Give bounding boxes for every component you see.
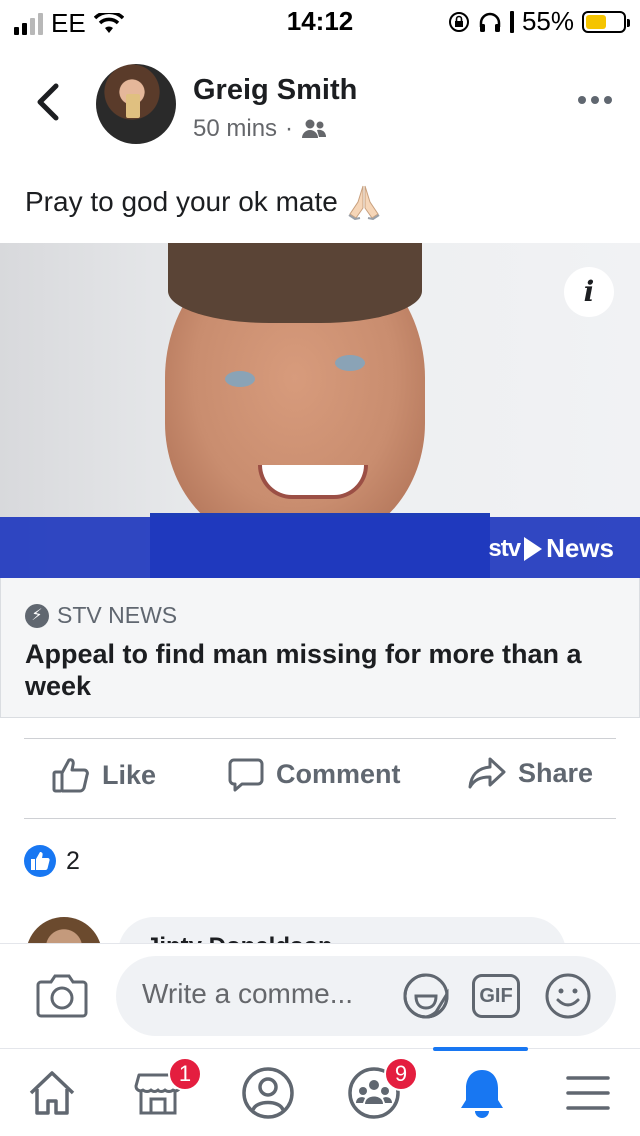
active-tab-indicator (433, 1047, 528, 1051)
like-button[interactable]: Like (52, 756, 156, 794)
back-button[interactable] (30, 82, 66, 122)
post-header: Greig Smith 50 mins · (0, 60, 640, 150)
post-text-container: Pray to god your ok mate (25, 184, 382, 220)
sticker-icon[interactable] (402, 972, 450, 1020)
groups-badge: 9 (384, 1057, 418, 1091)
status-bar: EE 14:12 55% (0, 0, 640, 42)
link-source: ⚡ STV NEWS (25, 602, 177, 629)
link-preview-image[interactable]: stv News i (0, 243, 640, 578)
like-reaction-icon (24, 845, 56, 877)
hamburger-menu-icon (566, 1076, 610, 1110)
tab-marketplace[interactable]: 1 (126, 1057, 202, 1123)
profile-icon (242, 1067, 294, 1119)
stv-news-logo: stv News (488, 533, 614, 563)
battery-icon (582, 10, 630, 33)
comment-preview[interactable]: Jinty Donaldson (0, 913, 640, 943)
commenter-name[interactable]: Jinty Donaldson (146, 933, 333, 943)
commenter-avatar[interactable] (26, 917, 102, 943)
marketplace-badge: 1 (168, 1057, 202, 1091)
camera-icon[interactable] (36, 972, 88, 1018)
tab-groups[interactable]: 9 (342, 1057, 418, 1123)
tab-notifications[interactable] (450, 1063, 514, 1123)
post-time[interactable]: 50 mins (193, 115, 277, 143)
tab-home[interactable] (20, 1063, 84, 1123)
tab-menu[interactable] (556, 1063, 620, 1123)
lightning-icon: ⚡ (25, 603, 49, 628)
comment-bubble-icon (228, 758, 264, 792)
comment-button[interactable]: Comment (228, 756, 401, 792)
source-name: STV NEWS (57, 602, 178, 628)
comment-box[interactable]: GIF (116, 956, 616, 1036)
post-meta: 50 mins · (193, 115, 327, 143)
home-icon (29, 1071, 75, 1115)
tab-bar: 1 9 (0, 1047, 640, 1136)
post-actions: Like Comment Share (0, 748, 640, 812)
gif-button[interactable]: GIF (472, 974, 520, 1018)
divider (24, 738, 616, 739)
share-button[interactable]: Share (468, 756, 593, 790)
bell-icon (461, 1070, 503, 1118)
battery-percent: 55% (521, 6, 574, 36)
comment-composer: GIF (0, 943, 640, 1047)
emoji-icon[interactable] (544, 972, 592, 1020)
folded-hands-emoji (348, 185, 380, 220)
link-headline[interactable]: Appeal to find man missing for more than… (25, 638, 615, 702)
reaction-count: 2 (66, 846, 80, 875)
link-preview-caption[interactable]: ⚡ STV NEWS Appeal to find man missing fo… (0, 578, 640, 718)
share-arrow-icon (468, 757, 506, 789)
thumbs-up-icon (52, 758, 89, 793)
reactions-summary[interactable]: 2 (24, 845, 80, 877)
more-options-button[interactable] (578, 96, 612, 104)
friends-icon (302, 119, 327, 138)
post-text: Pray to god your ok mate (25, 186, 338, 217)
author-avatar[interactable] (96, 64, 176, 144)
tab-profile[interactable] (236, 1063, 300, 1123)
author-name[interactable]: Greig Smith (193, 74, 357, 107)
divider (24, 818, 616, 819)
comment-input[interactable] (142, 978, 392, 1010)
orientation-lock-icon (448, 11, 469, 32)
meta-separator: · (285, 115, 294, 142)
headphones-icon (479, 12, 501, 32)
info-button[interactable]: i (564, 267, 614, 317)
